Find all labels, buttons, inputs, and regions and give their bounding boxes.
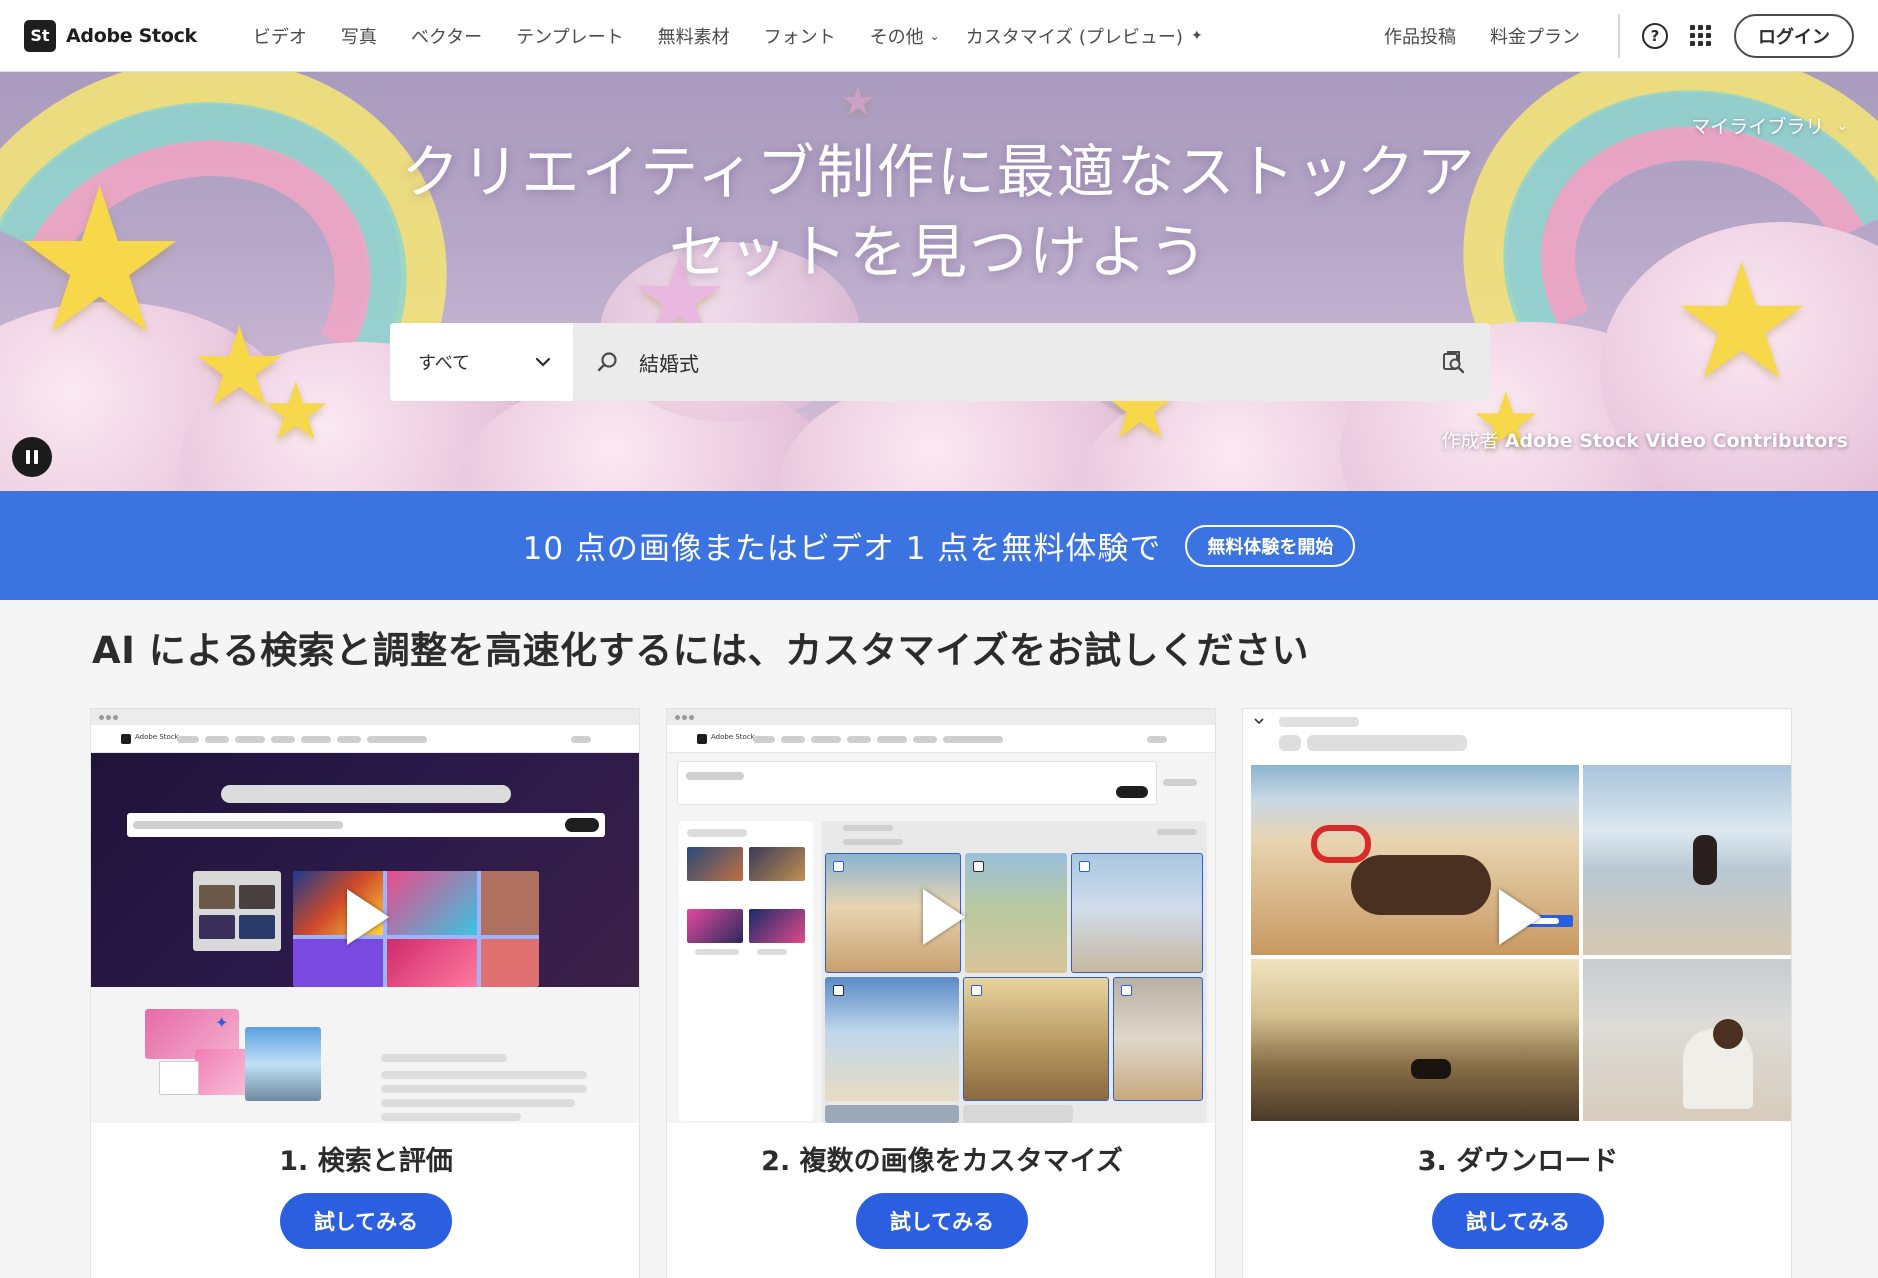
card-preview-video[interactable] [1243, 709, 1791, 1123]
nav-customize-label: カスタマイズ (プレビュー) [965, 26, 1183, 48]
hero-title-line-1: クリエイティブ制作に最適なストックア [401, 138, 1477, 206]
card-preview-video[interactable]: Adobe Stock [667, 709, 1215, 1123]
feature-cards: Adobe Stock ✦ 1. 検索と評価 試してみる Adobe Stock… [90, 708, 1792, 1278]
adobe-stock-logo: St [24, 19, 56, 52]
search-bar: すべて [390, 323, 1490, 401]
feature-card-download: 3. ダウンロード 試してみる [1242, 708, 1792, 1278]
feature-card-customize: Adobe Stock 2. 複数の画像をカスタマイズ 試してみる [666, 708, 1216, 1278]
brand-link[interactable]: St Adobe Stock [24, 19, 197, 52]
nav-right-group: 作品投稿 料金プラン ? ログイン [1350, 13, 1854, 58]
card-title: 3. ダウンロード [1417, 1146, 1619, 1177]
feature-card-search: Adobe Stock ✦ 1. 検索と評価 試してみる [90, 708, 640, 1278]
brand-name: Adobe Stock [66, 24, 197, 47]
mini-brand: Adobe Stock [711, 733, 755, 741]
nav-item-customize[interactable]: カスタマイズ (プレビュー) ✦ [966, 23, 1203, 49]
nav-item-photos[interactable]: 写真 [341, 23, 377, 49]
search-icon [597, 352, 617, 372]
top-navigation: St Adobe Stock ビデオ 写真 ベクター テンプレート 無料素材 フ… [0, 0, 1878, 72]
nav-item-pricing[interactable]: 料金プラン [1490, 23, 1580, 49]
search-type-dropdown[interactable]: すべて [390, 323, 573, 401]
search-input[interactable] [639, 350, 1440, 374]
help-icon[interactable]: ? [1642, 22, 1668, 49]
nav-divider [1618, 13, 1620, 58]
hero-title: クリエイティブ制作に最適なストックア セットを見つけよう [0, 132, 1878, 292]
start-free-trial-button[interactable]: 無料体験を開始 [1185, 524, 1356, 567]
chevron-down-icon: ⌄ [929, 28, 940, 43]
nav-item-more[interactable]: その他 ⌄ [870, 23, 940, 49]
visual-search-icon[interactable] [1440, 349, 1466, 375]
free-trial-banner: 10 点の画像またはビデオ 1 点を無料体験で 無料体験を開始 [0, 491, 1878, 600]
sparkle-icon: ✦ [1190, 27, 1203, 44]
mini-brand: Adobe Stock [135, 733, 179, 741]
try-button-search[interactable]: 試してみる [280, 1193, 452, 1249]
search-field [573, 323, 1490, 401]
card-title: 1. 検索と評価 [279, 1146, 453, 1177]
login-button[interactable]: ログイン [1734, 13, 1854, 58]
promo-text: 10 点の画像またはビデオ 1 点を無料体験で [522, 531, 1162, 567]
nav-item-templates[interactable]: テンプレート [516, 23, 623, 49]
hero-banner: ★ ★ ★ ★ ★ ★ ★ ★ マイライブラリ ⌄ クリエイティブ制作に最適なス… [0, 72, 1878, 491]
app-grid-icon[interactable] [1690, 24, 1712, 47]
hero-credit: 作成者 Adobe Stock Video Contributors [1442, 426, 1848, 453]
play-icon [1499, 889, 1541, 945]
nav-item-free[interactable]: 無料素材 [658, 23, 730, 49]
nav-item-video[interactable]: ビデオ [253, 23, 307, 49]
pause-icon[interactable] [12, 437, 52, 477]
try-button-download[interactable]: 試してみる [1432, 1193, 1604, 1249]
nav-item-contribute[interactable]: 作品投稿 [1384, 23, 1456, 49]
card-preview-video[interactable]: Adobe Stock [91, 709, 639, 1123]
chevron-down-icon [1254, 718, 1264, 725]
search-type-label: すべて [418, 353, 471, 374]
nav-more-label: その他 [869, 26, 924, 48]
credit-name[interactable]: Adobe Stock Video Contributors [1505, 430, 1848, 452]
nav-item-fonts[interactable]: フォント [764, 23, 836, 49]
nav-item-vectors[interactable]: ベクター [411, 23, 482, 49]
card-title: 2. 複数の画像をカスタマイズ [761, 1146, 1123, 1177]
play-icon [347, 889, 389, 945]
hero-title-line-2: セットを見つけよう [668, 218, 1209, 286]
try-button-customize[interactable]: 試してみる [856, 1193, 1028, 1249]
play-icon [923, 889, 965, 945]
credit-prefix: 作成者 [1441, 430, 1499, 452]
section-title: AI による検索と調整を高速化するには、カスタマイズをお試しください [92, 629, 1310, 672]
chevron-down-icon [535, 357, 551, 367]
